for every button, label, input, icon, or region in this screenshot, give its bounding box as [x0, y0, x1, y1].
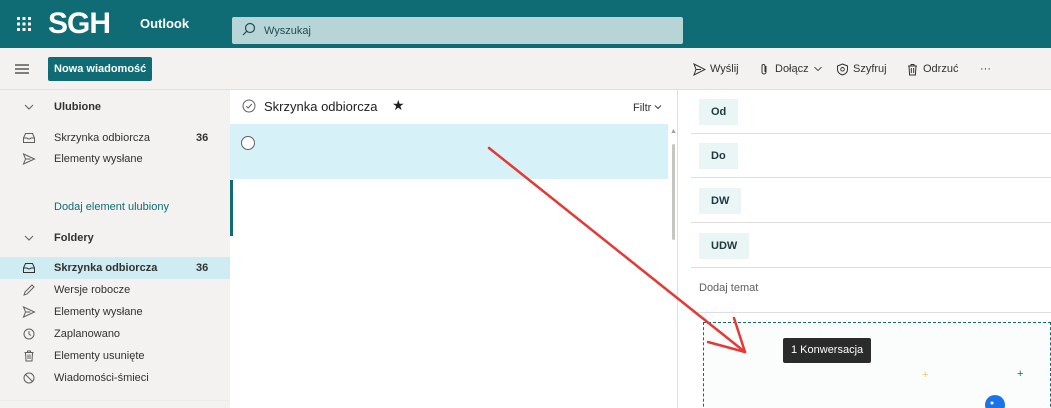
folder-item-sent[interactable]: Elementy wysłane [0, 301, 230, 323]
folder-item-junk[interactable]: Wiadomości-śmieci [0, 367, 230, 389]
from-button[interactable]: Od [699, 99, 739, 125]
new-message-button[interactable]: Nowa wiadomość [48, 57, 153, 81]
sparkle-icon: + [922, 369, 929, 381]
selection-accent-bar [230, 180, 233, 236]
folder-label: Wersje robocze [54, 284, 131, 296]
search-box[interactable] [232, 17, 683, 44]
cc-row[interactable]: DW [691, 179, 1051, 223]
organization-logo[interactable]: SGH [48, 4, 124, 44]
block-icon [23, 372, 35, 384]
attach-label: Dołącz [775, 63, 809, 75]
folder-label: Wiadomości-śmieci [54, 372, 149, 384]
draft-message-row[interactable] [230, 124, 668, 179]
paperclip-icon [761, 63, 767, 74]
search-icon [242, 22, 256, 36]
favorite-label: Elementy wysłane [54, 153, 143, 165]
cc-button[interactable]: DW [699, 188, 742, 214]
trash-icon [908, 63, 917, 75]
pencil-icon [23, 284, 35, 296]
nav-divider [0, 400, 230, 401]
more-actions-button[interactable]: ··· [980, 61, 991, 77]
select-all-checkbox-icon[interactable] [242, 99, 256, 113]
bcc-row[interactable]: UDW [691, 224, 1051, 268]
bcc-button[interactable]: UDW [699, 233, 750, 259]
unread-count: 36 [196, 262, 209, 274]
favorite-star-icon[interactable]: ★ [392, 97, 405, 114]
inbox-icon [23, 133, 35, 143]
discard-button[interactable]: Odrzuć [906, 61, 958, 77]
folders-header[interactable]: Foldery [0, 227, 230, 249]
hamburger-menu-icon[interactable] [14, 61, 30, 77]
row-select-circle-icon[interactable] [240, 135, 256, 151]
from-row: Od [691, 90, 1051, 134]
filter-button[interactable]: Filtr [633, 102, 662, 114]
encrypt-label: Szyfruj [853, 63, 887, 75]
folder-label: Elementy usunięte [54, 350, 145, 362]
unread-count: 36 [196, 132, 209, 144]
folder-item-inbox[interactable]: Skrzynka odbiorcza 36 [0, 257, 230, 279]
drop-zone[interactable]: + + [703, 322, 1051, 408]
clock-icon [23, 328, 35, 340]
top-bar: SGH Outlook [0, 0, 1051, 48]
shield-icon [837, 62, 848, 76]
discard-label: Odrzuć [923, 63, 959, 75]
trash-icon [24, 350, 34, 362]
filter-label: Filtr [633, 102, 652, 114]
folder-label: Zaplanowano [54, 328, 121, 340]
favorites-label: Ulubione [54, 101, 102, 113]
app-name[interactable]: Outlook [140, 16, 189, 32]
scroll-up-icon[interactable]: ▲ [670, 128, 677, 135]
to-row[interactable]: Do [691, 134, 1051, 178]
folder-label: Skrzynka odbiorcza [54, 262, 158, 274]
to-button[interactable]: Do [699, 143, 738, 169]
subject-divider [691, 312, 1051, 313]
folders-label: Foldery [54, 232, 94, 244]
attach-button[interactable]: Dołącz [758, 61, 823, 77]
add-favorite-link[interactable]: Dodaj element ulubiony [54, 201, 169, 213]
chevron-down-icon [24, 235, 34, 241]
search-input[interactable] [264, 17, 674, 44]
chevron-down-icon [813, 66, 822, 72]
send-icon [22, 153, 36, 165]
favorites-header[interactable]: Ulubione [0, 96, 230, 118]
send-button[interactable]: Wyślij [693, 61, 739, 77]
favorite-label: Skrzynka odbiorcza [54, 132, 150, 144]
folder-item-drafts[interactable]: Wersje robocze [0, 279, 230, 301]
folder-navigation: Ulubione Skrzynka odbiorcza 36 Elementy … [0, 90, 230, 408]
folder-title: Skrzynka odbiorcza [264, 99, 378, 114]
chevron-down-icon [655, 105, 662, 110]
attachment-illustration-icon [985, 395, 1005, 408]
scroll-thumb[interactable] [672, 144, 675, 240]
folder-label: Elementy wysłane [54, 306, 143, 318]
message-list-header: Skrzynka odbiorcza ★ Filtr [230, 90, 678, 124]
chevron-down-icon [24, 104, 34, 110]
command-bar: Nowa wiadomość Wyślij Dołącz Szyfruj Odr… [0, 48, 1051, 90]
encrypt-button[interactable]: Szyfruj [836, 61, 887, 77]
folder-item-deleted[interactable]: Elementy usunięte [0, 345, 230, 367]
app-launcher-icon[interactable] [14, 14, 34, 34]
send-label: Wyślij [710, 63, 739, 75]
subject-input[interactable]: Dodaj temat [699, 282, 758, 294]
message-list-scrollbar[interactable]: ▲ [669, 124, 678, 408]
folder-item-scheduled[interactable]: Zaplanowano [0, 323, 230, 345]
message-list: Skrzynka odbiorcza ★ Filtr ▲ [230, 90, 678, 408]
favorite-item-sent[interactable]: Elementy wysłane [0, 148, 230, 170]
favorite-item-inbox[interactable]: Skrzynka odbiorcza 36 [0, 127, 230, 149]
send-icon [693, 62, 706, 76]
send-icon [22, 306, 36, 318]
drag-tooltip: 1 Konwersacja [783, 338, 872, 363]
inbox-icon [23, 263, 35, 273]
